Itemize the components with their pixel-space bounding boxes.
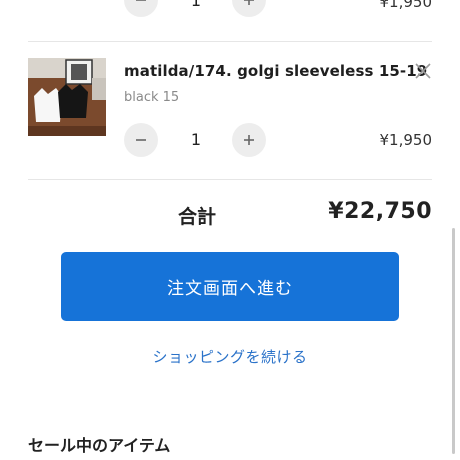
product-image [28, 58, 106, 136]
increase-quantity-button[interactable] [232, 0, 266, 17]
product-thumbnail[interactable] [28, 58, 106, 136]
increase-quantity-button[interactable] [232, 123, 266, 157]
product-title[interactable]: matilda/174. golgi sleeveless 15-19 [124, 62, 427, 80]
item-price: ¥1,950 [379, 0, 433, 11]
total-label: 合計 [178, 206, 217, 228]
divider [28, 179, 432, 180]
checkout-button[interactable]: 注文画面へ進む [61, 252, 399, 321]
total-amount: ¥22,750 [328, 199, 432, 224]
continue-shopping-link[interactable]: ショッピングを続ける [0, 346, 460, 367]
sale-section-title: セール中のアイテム [28, 436, 171, 455]
plus-icon [244, 0, 254, 5]
product-variant: black 15 [124, 90, 180, 105]
divider [28, 41, 432, 42]
previous-cart-row: 1 ¥1,950 [0, 0, 460, 42]
remove-item-icon[interactable] [413, 61, 433, 81]
minus-icon [136, 0, 146, 1]
item-price: ¥1,950 [379, 131, 433, 149]
scrollbar[interactable] [452, 228, 455, 454]
decrease-quantity-button[interactable] [124, 0, 158, 17]
quantity-value: 1 [190, 0, 202, 10]
minus-icon [136, 139, 146, 141]
quantity-value: 1 [190, 130, 202, 149]
decrease-quantity-button[interactable] [124, 123, 158, 157]
plus-icon [244, 135, 254, 145]
